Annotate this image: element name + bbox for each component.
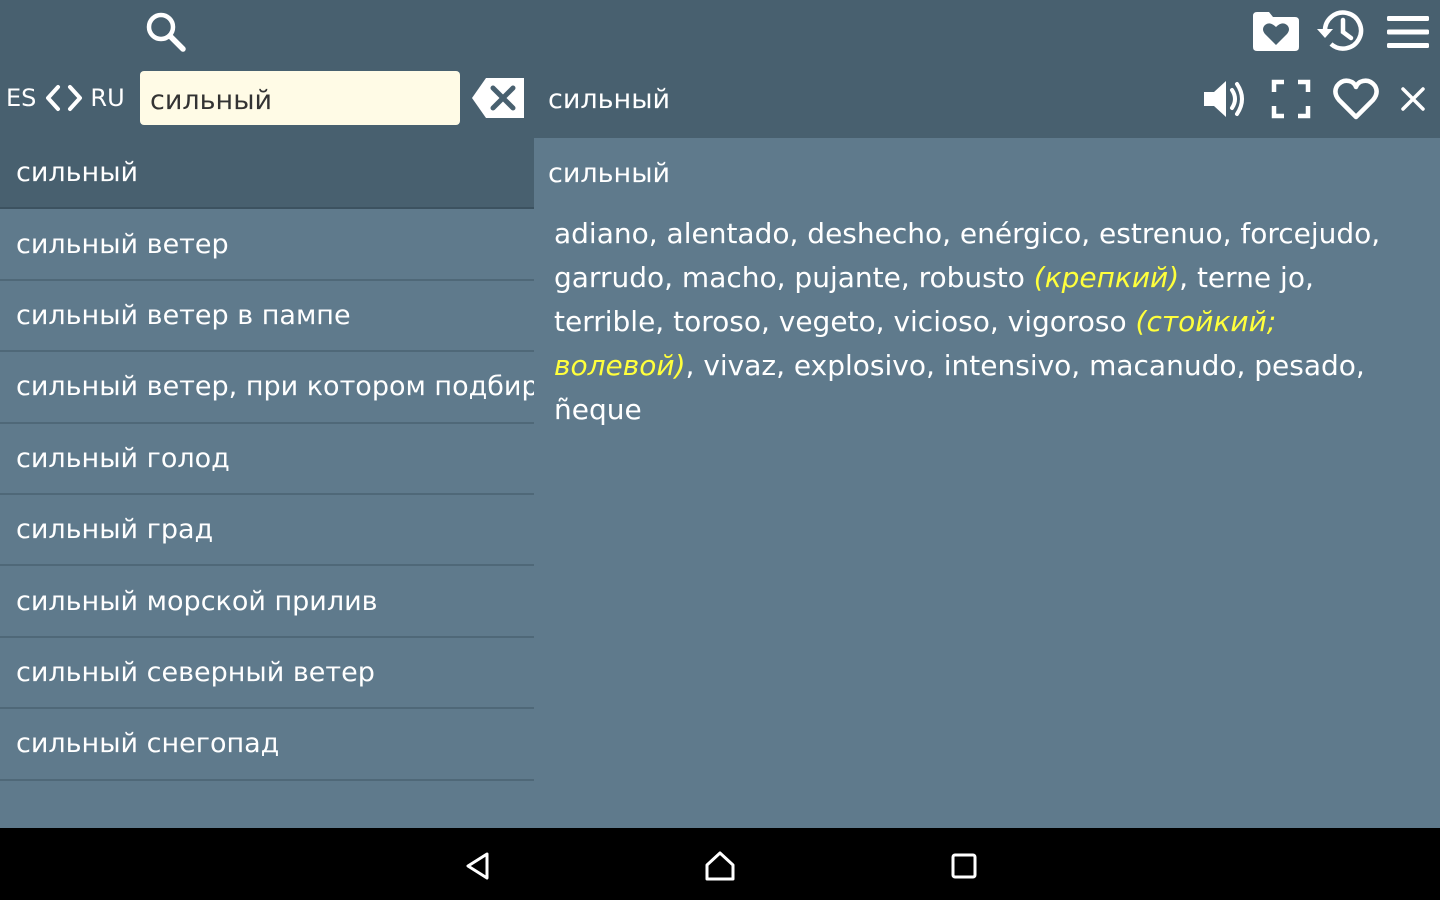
list-item[interactable]: сильный северный ветер — [0, 638, 534, 710]
list-item[interactable]: сильный град — [0, 495, 534, 567]
clear-search-button[interactable] — [470, 76, 526, 120]
fullscreen-icon[interactable] — [1268, 76, 1314, 122]
menu-icon[interactable] — [1382, 10, 1434, 54]
top-toolbar: ES RU сильный — [0, 0, 1440, 138]
usage-note: (крепкий) — [1033, 261, 1180, 294]
language-switch[interactable]: ES RU — [6, 80, 125, 116]
home-icon[interactable] — [700, 846, 740, 886]
source-language-label: ES — [6, 84, 37, 112]
article-header-word: сильный — [548, 84, 671, 115]
article-panel: сильный adiano, alentado, deshecho, enér… — [534, 138, 1440, 828]
list-item[interactable]: сильный ветер в пампе — [0, 281, 534, 353]
history-icon[interactable] — [1314, 6, 1368, 56]
back-icon[interactable] — [458, 846, 498, 886]
swap-arrows-icon — [42, 83, 86, 113]
article-body: adiano, alentado, deshecho, enérgico, es… — [554, 212, 1424, 432]
search-input[interactable] — [140, 71, 460, 125]
heart-icon[interactable] — [1330, 74, 1382, 124]
article-title: сильный — [548, 158, 671, 189]
speaker-icon[interactable] — [1200, 74, 1250, 124]
close-icon[interactable] — [1396, 82, 1430, 116]
list-item[interactable]: сильный морской прилив — [0, 566, 534, 638]
list-item[interactable]: сильный — [0, 138, 534, 210]
list-item[interactable]: сильный ветер — [0, 209, 534, 281]
favorites-folder-icon[interactable] — [1250, 8, 1302, 54]
target-language-label: RU — [90, 84, 125, 112]
list-item[interactable]: сильный снегопад — [0, 709, 534, 781]
system-nav-bar — [0, 828, 1440, 900]
search-icon[interactable] — [140, 6, 190, 56]
recents-icon[interactable] — [944, 846, 984, 886]
word-list: сильный сильный ветер сильный ветер в па… — [0, 138, 534, 828]
dictionary-app: ES RU сильный сильный сильный сильный ве… — [0, 0, 1440, 900]
list-item[interactable]: сильный голод — [0, 424, 534, 495]
list-item[interactable]: сильный ветер, при котором подбирают пар… — [0, 352, 534, 424]
